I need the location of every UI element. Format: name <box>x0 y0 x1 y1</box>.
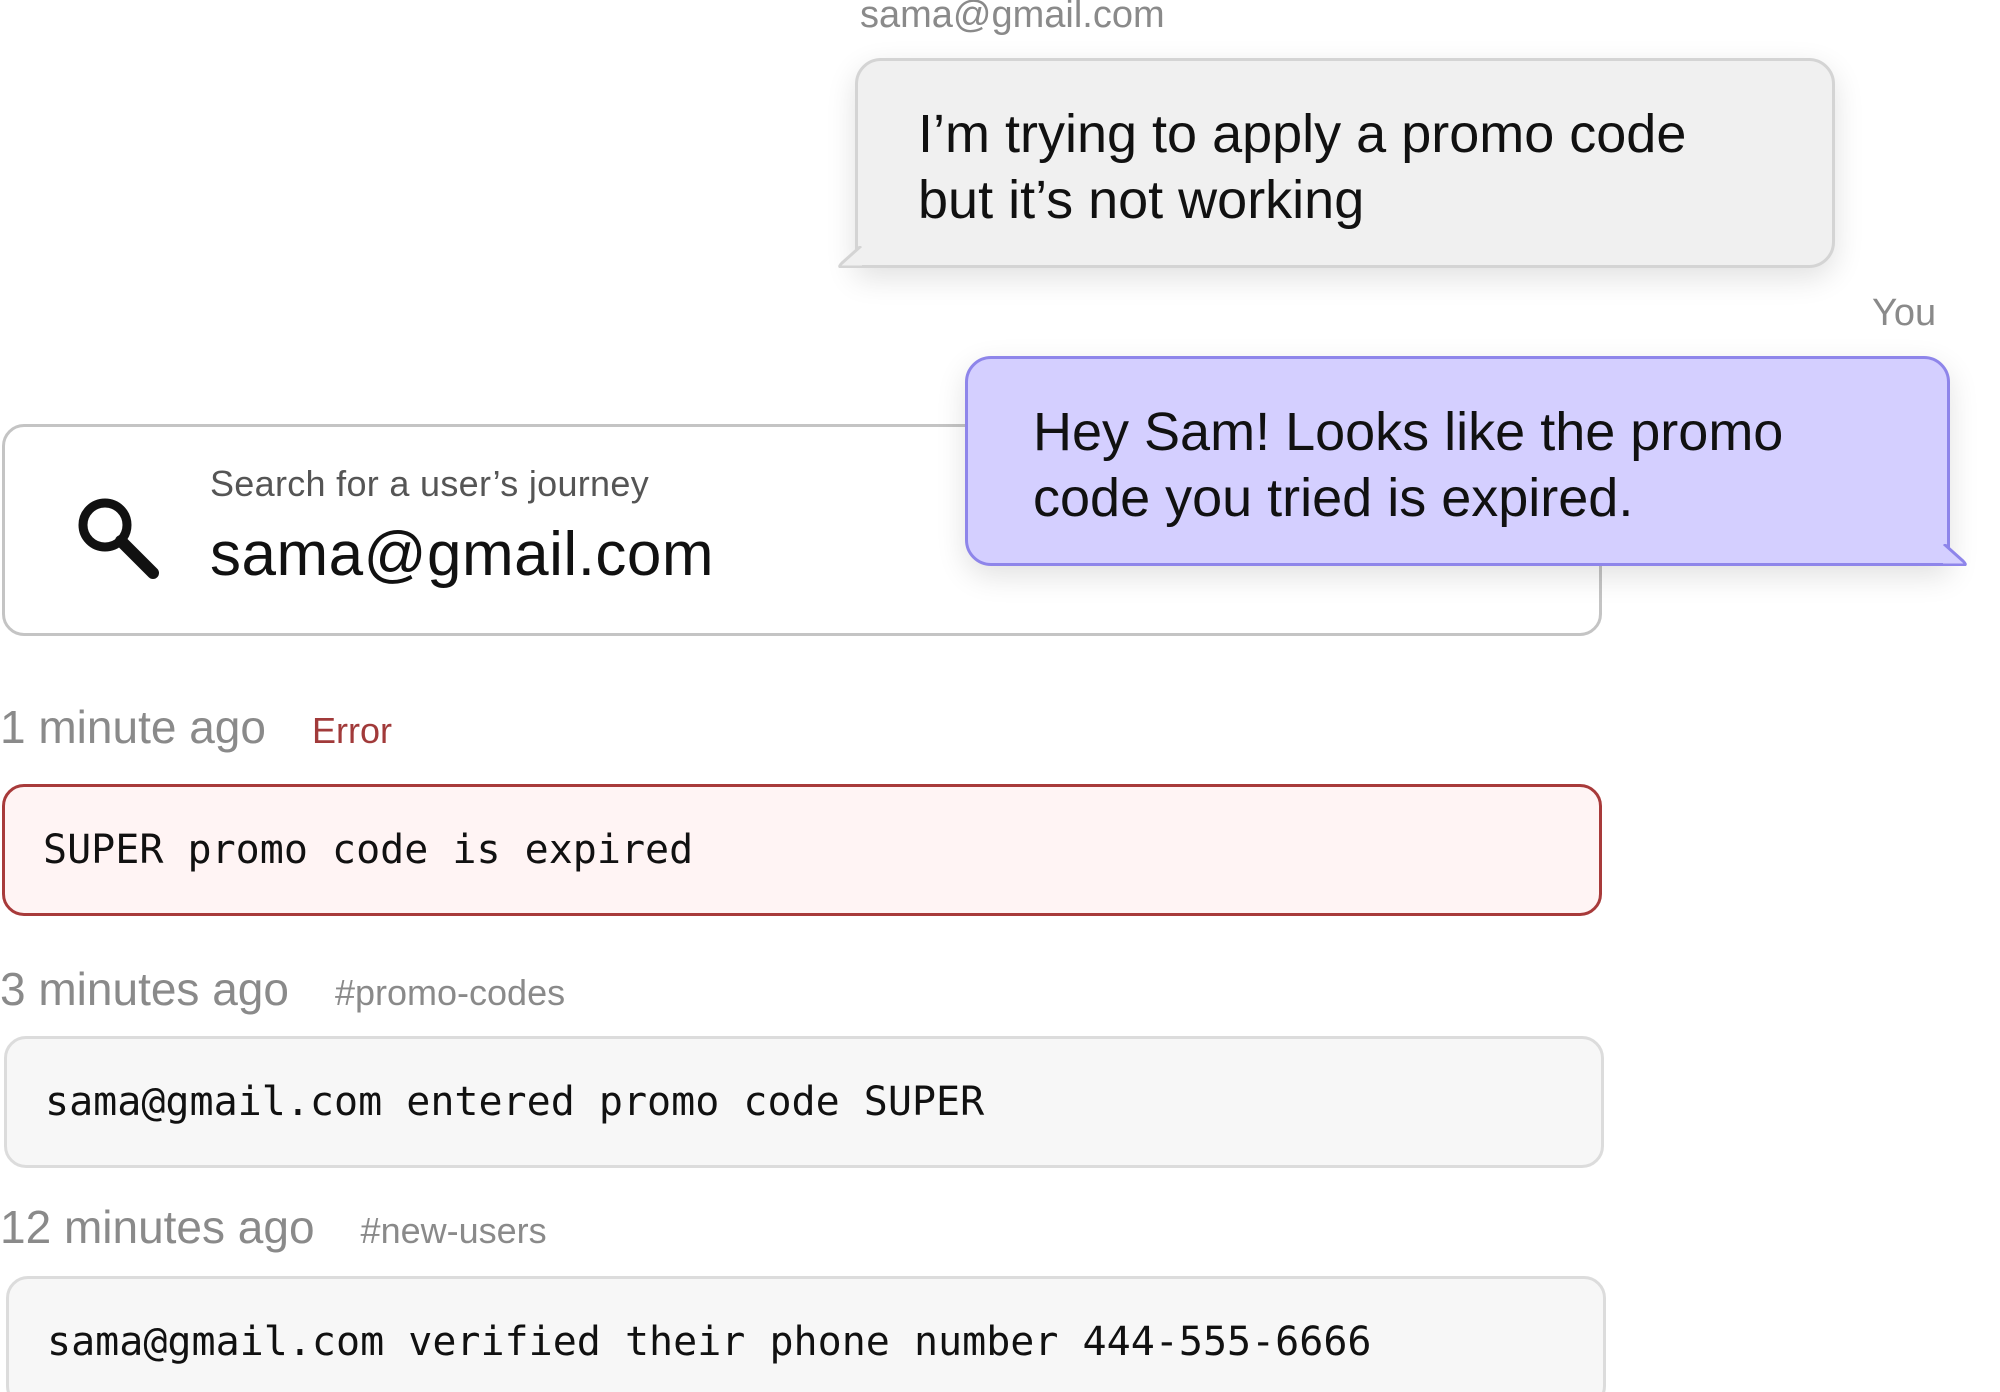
log-timestamp: 3 minutes ago <box>0 963 289 1015</box>
bubble-tail-left-icon <box>838 246 862 268</box>
log-meta: 12 minutes ago #new-users <box>0 1200 547 1254</box>
log-meta: 1 minute ago Error <box>0 700 392 754</box>
log-timestamp: 1 minute ago <box>0 701 266 753</box>
bubble-tail-right-icon <box>1943 544 1967 566</box>
log-meta: 3 minutes ago #promo-codes <box>0 962 565 1016</box>
user-message-bubble: I’m trying to apply a promo code but it’… <box>838 58 1835 268</box>
user-sender-label: sama@gmail.com <box>860 0 1165 36</box>
log-tag-channel: #new-users <box>360 1210 547 1251</box>
search-input[interactable]: sama@gmail.com <box>210 519 714 590</box>
agent-message-text: Hey Sam! Looks like the promo code you t… <box>1033 402 1784 528</box>
search-icon <box>78 498 159 579</box>
log-entry[interactable]: sama@gmail.com verified their phone numb… <box>6 1276 1606 1392</box>
log-message: sama@gmail.com verified their phone numb… <box>47 1319 1372 1365</box>
agent-message-bubble: Hey Sam! Looks like the promo code you t… <box>965 356 1967 566</box>
journey-stage: Search for a user’s journey sama@gmail.c… <box>0 0 2000 1392</box>
log-timestamp: 12 minutes ago <box>0 1201 315 1253</box>
log-entry[interactable]: sama@gmail.com entered promo code SUPER <box>4 1036 1604 1168</box>
log-tag-channel: #promo-codes <box>334 972 566 1013</box>
log-tag-error: Error <box>311 710 392 751</box>
agent-sender-label: You <box>1872 292 1937 334</box>
log-message: SUPER promo code is expired <box>43 827 694 873</box>
log-message: sama@gmail.com entered promo code SUPER <box>45 1079 985 1125</box>
search-label: Search for a user’s journey <box>210 463 649 504</box>
user-message-text: I’m trying to apply a promo code but it’… <box>918 104 1687 230</box>
log-entry-error[interactable]: SUPER promo code is expired <box>2 784 1602 916</box>
